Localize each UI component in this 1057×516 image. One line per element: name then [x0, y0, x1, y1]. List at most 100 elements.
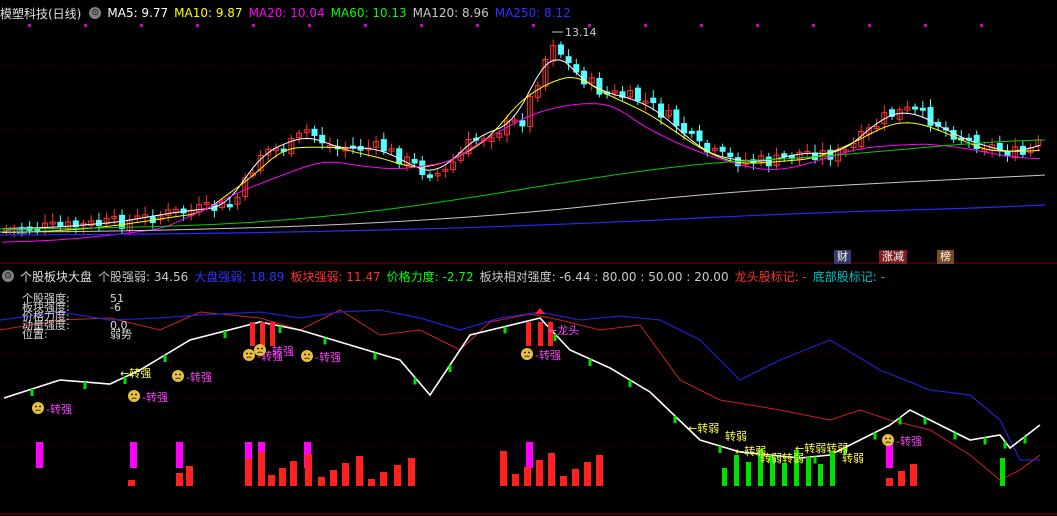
signal-weak-label: 转弱	[842, 451, 864, 465]
weak-bar	[722, 468, 727, 486]
emoji-eye-icon	[35, 405, 37, 408]
emoji-face-icon	[301, 350, 313, 362]
leader-label: ←龙头	[548, 324, 579, 337]
ma-legend: MA5: 9.77 MA10: 9.87 MA20: 10.04 MA60: 10.1…	[107, 6, 576, 20]
strength-bar	[898, 471, 905, 486]
chart-area[interactable]: -转强 -转强 -转强 -转强 -转强 -转强 -转强 -转强 ←转强 ←转弱 转弱 ←转弱 转弱转弱 ←…	[0, 0, 1057, 516]
top-marker	[924, 24, 927, 27]
strength-bar	[548, 453, 555, 486]
ma120-line	[0, 174, 1046, 233]
info-label: 位置:	[22, 328, 48, 341]
candle-body	[311, 128, 318, 136]
signal-weak-label: ←转弱	[688, 421, 719, 435]
strength-bar	[176, 442, 183, 468]
sub-header: ⊙ 个股板块大盘 个股强弱: 34.56 大盘强弱: 18.89 板块强弱: 11.…	[0, 266, 897, 286]
candle-body	[427, 174, 433, 178]
candle-body	[681, 123, 688, 134]
settings-icon[interactable]: ⊙	[89, 7, 102, 19]
strength-bar	[258, 452, 265, 486]
strength-bar	[380, 472, 387, 486]
price-force-tick	[923, 417, 927, 425]
emoji-eye-icon	[175, 373, 177, 376]
emoji-eye-icon	[528, 351, 530, 354]
finance-badge[interactable]: 财	[834, 250, 851, 264]
strength-bar	[279, 468, 286, 486]
candle-body	[411, 158, 418, 164]
top-marker	[28, 24, 31, 27]
low-price-label: 4.85	[6, 226, 29, 237]
price-force-tick	[503, 326, 507, 334]
top-marker	[756, 24, 759, 27]
top-marker	[252, 24, 255, 27]
signal-bar	[526, 322, 531, 346]
strength-bar	[596, 455, 603, 486]
strength-bar	[318, 477, 325, 486]
main-header: 模塑科技(日线) ⊙ MA5: 9.77 MA10: 9.87 MA20: 10.0…	[0, 3, 583, 23]
strength-bar	[305, 454, 312, 486]
top-marker	[84, 24, 87, 27]
signal-strong-label: -转强	[268, 344, 294, 358]
emoji-eye-icon	[885, 437, 887, 440]
signal-strong-label: -转强	[186, 370, 212, 384]
limit-badge[interactable]: 涨减	[879, 250, 907, 264]
emoji-face-icon	[128, 390, 140, 402]
strength-bar	[910, 464, 917, 486]
signal-annotations: -转强-转强-转强-转强-转强 -转强 -转强-转强←转强←转弱转弱←转弱转弱转弱←…	[32, 324, 922, 465]
weak-bar	[806, 457, 811, 486]
ma-legend-item: MA20: 10.04	[248, 6, 325, 20]
sub-legend-item: 底部股标记: -	[812, 269, 885, 284]
signal-bar	[270, 322, 275, 346]
emoji-eye-icon	[131, 393, 133, 396]
candle-body	[419, 160, 426, 176]
strength-bar	[886, 478, 893, 486]
price-force-tick	[953, 432, 957, 440]
emoji-face-icon	[521, 348, 533, 360]
sub-legend-item: 个股强弱: 34.56	[98, 269, 189, 284]
emoji-face-icon	[254, 344, 266, 356]
signal-bar	[250, 322, 255, 346]
candle-body	[226, 204, 233, 208]
candle-body	[781, 153, 788, 158]
emoji-eye-icon	[250, 352, 252, 355]
ma-legend-item: MA120: 8.96	[412, 6, 489, 20]
ma-legend-item: MA60: 10.13	[330, 6, 407, 20]
top-marker	[364, 24, 367, 27]
strength-bar	[342, 463, 349, 486]
candle-body	[727, 152, 734, 158]
signal-strong-label: -转强	[535, 348, 561, 362]
candle-body	[557, 44, 564, 55]
weak-bar	[818, 464, 823, 486]
strength-bar	[500, 451, 507, 486]
top-marker	[700, 24, 703, 27]
strength-bar	[512, 474, 519, 486]
strength-bar	[268, 475, 275, 486]
price-force-tick	[898, 417, 902, 425]
ma-legend-item: MA250: 8.12	[494, 6, 571, 20]
candle-body	[634, 87, 641, 102]
sub-legend-item: 大盘强弱: 18.89	[194, 269, 285, 284]
weak-bar	[734, 455, 739, 486]
weak-bar	[746, 462, 751, 486]
info-value: 弱势	[110, 328, 132, 341]
strength-bar	[356, 456, 363, 486]
candle-body	[650, 97, 657, 104]
ranking-badge[interactable]: 榜	[937, 250, 954, 264]
weak-bar	[782, 463, 787, 486]
sub-legend-item: 价格力度: -2.72	[386, 269, 474, 284]
price-force-tick	[413, 377, 417, 385]
candle-body	[565, 56, 572, 63]
emoji-face-icon	[243, 349, 255, 361]
sub-title[interactable]: 个股板块大盘	[20, 268, 92, 285]
ma-legend-item: MA5: 9.77	[107, 6, 169, 20]
strength-bar	[186, 466, 193, 486]
signal-strong-label: -转强	[46, 402, 72, 416]
price-force-tick	[163, 355, 167, 362]
strength-bar	[330, 470, 337, 486]
top-marker	[868, 24, 871, 27]
sub-legend-item: 板块强弱: 11.47	[290, 269, 381, 284]
emoji-eye-icon	[524, 351, 526, 354]
emoji-eye-icon	[257, 347, 259, 350]
price-force-tick	[813, 456, 817, 464]
settings-icon[interactable]: ⊙	[2, 270, 14, 282]
chart-title[interactable]: 模塑科技(日线)	[0, 5, 81, 22]
